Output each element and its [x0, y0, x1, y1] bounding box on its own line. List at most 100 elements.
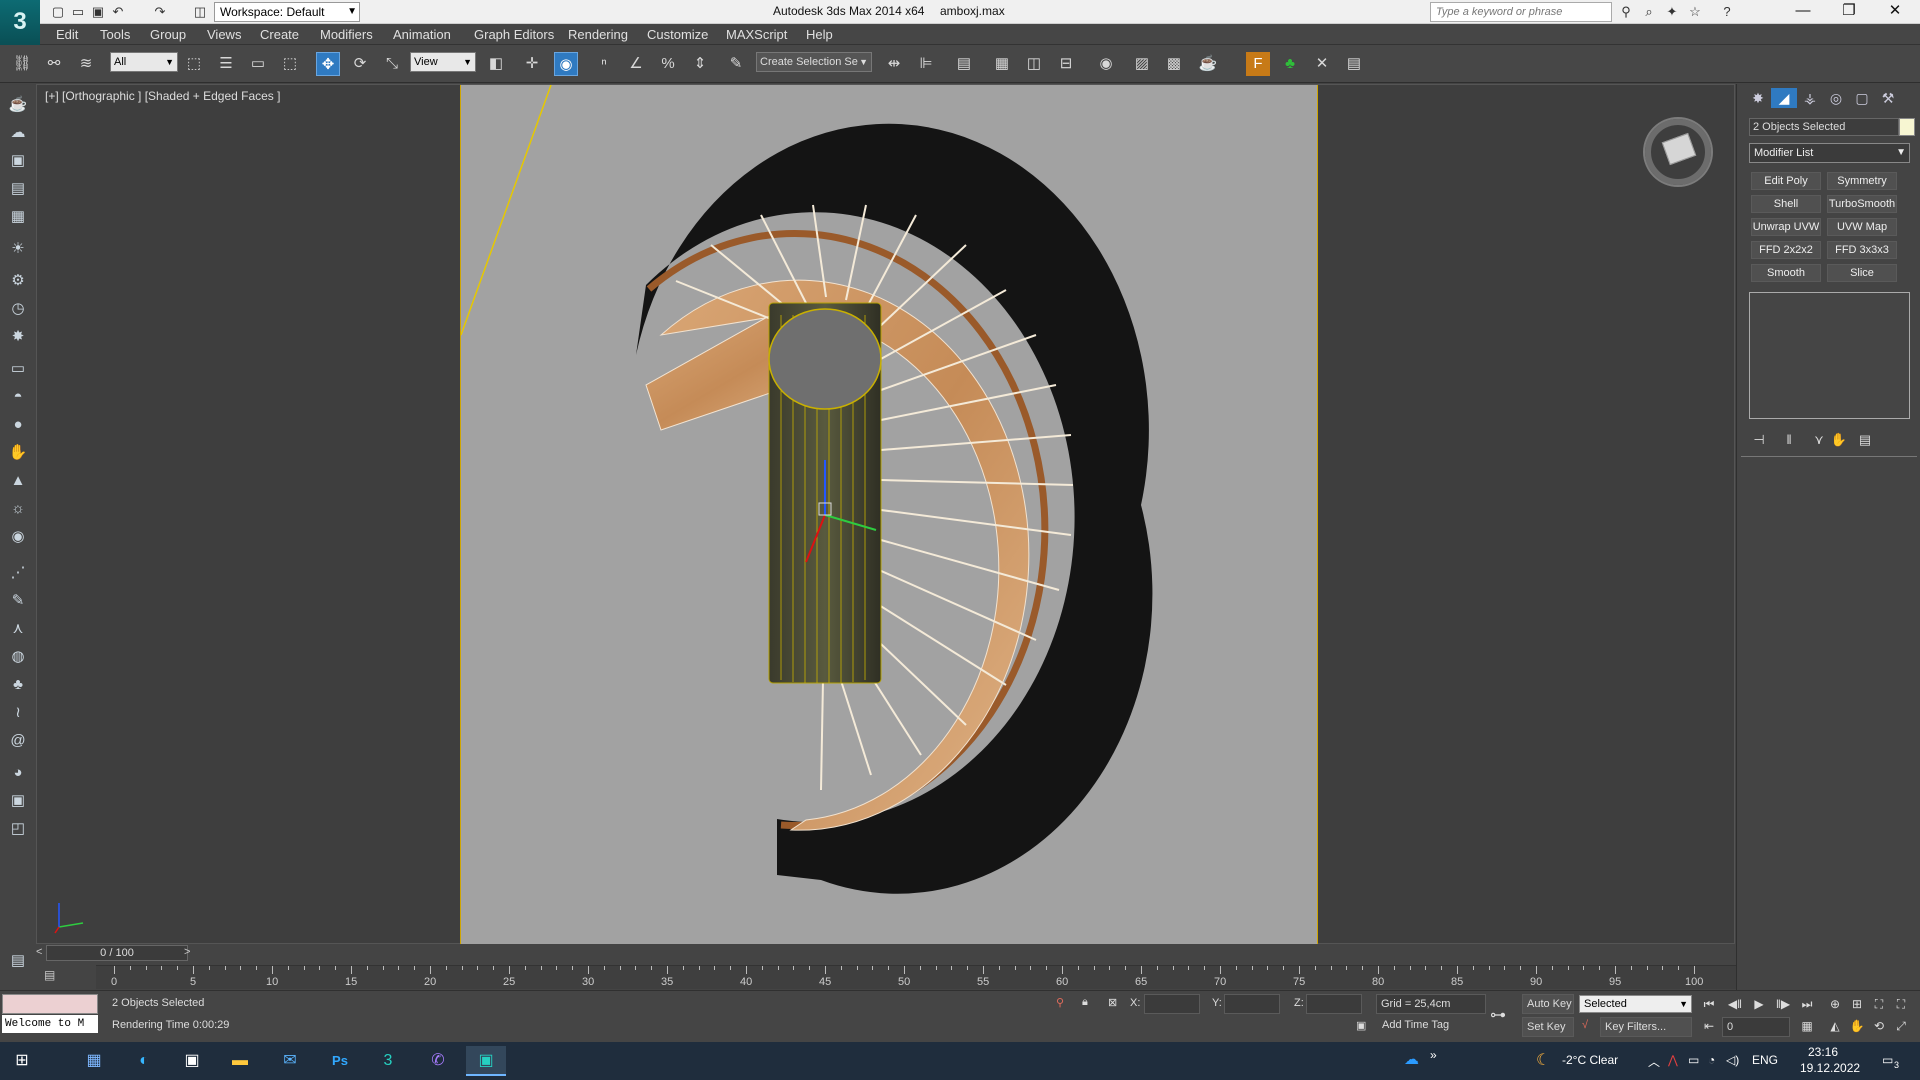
tray-up-icon[interactable]: ︿: [1648, 1053, 1660, 1070]
wrench-icon[interactable]: ✎: [7, 590, 29, 612]
menu-animation[interactable]: Animation: [393, 27, 451, 42]
viber-icon[interactable]: ✆: [418, 1046, 458, 1076]
pivot-center-icon[interactable]: ◧: [484, 52, 508, 76]
play-icon[interactable]: ▶: [1750, 995, 1768, 1013]
windows-start-icon[interactable]: ⊞: [2, 1046, 42, 1076]
onedrive-icon[interactable]: ☁: [1404, 1050, 1419, 1068]
zoom-extents-all-icon[interactable]: ⛶: [1892, 995, 1910, 1013]
orbit-icon[interactable]: ⟲: [1870, 1017, 1888, 1035]
3dsmax-logo[interactable]: 3: [0, 0, 40, 45]
make-unique-icon[interactable]: ⋎: [1809, 432, 1829, 450]
z-coordinate-field[interactable]: [1306, 994, 1362, 1014]
help-icon[interactable]: ?: [1718, 4, 1736, 20]
object-name-field[interactable]: 2 Objects Selected: [1749, 118, 1899, 136]
tree-plugin-icon[interactable]: ♣: [1278, 52, 1302, 76]
clock-date[interactable]: 19.12.2022: [1800, 1061, 1860, 1075]
spinner-snap-icon[interactable]: ⇕: [688, 52, 712, 76]
notifications-icon[interactable]: ▭: [1882, 1053, 1893, 1067]
unwrap-uvw-button[interactable]: Unwrap UVW: [1751, 218, 1821, 236]
add-time-tag[interactable]: Add Time Tag: [1382, 1019, 1449, 1031]
manipulate-icon[interactable]: ✛: [520, 52, 544, 76]
clock-icon[interactable]: ◷: [7, 298, 29, 320]
menu-help[interactable]: Help: [806, 27, 833, 42]
rect-selection-icon[interactable]: ▭: [246, 52, 270, 76]
time-tag-icon[interactable]: ▣: [1356, 1019, 1366, 1032]
spiral-staircase-model[interactable]: [461, 85, 1319, 945]
schematic-view-icon[interactable]: ⊟: [1054, 52, 1078, 76]
zoom-all-icon[interactable]: ⊞: [1848, 995, 1866, 1013]
selection-filter-dropdown[interactable]: All ▼: [110, 52, 178, 72]
photoshop-icon[interactable]: Ps: [320, 1046, 360, 1076]
zoom-icon[interactable]: ⊕: [1826, 995, 1844, 1013]
configure-modifier-sets-icon[interactable]: ▤: [1855, 432, 1875, 450]
menu-create[interactable]: Create: [260, 27, 299, 42]
menu-customize[interactable]: Customize: [647, 27, 708, 42]
key-mode-dropdown[interactable]: Selected ▼: [1579, 995, 1692, 1013]
photo-icon[interactable]: ▣: [7, 150, 29, 172]
slice-button[interactable]: Slice: [1827, 264, 1897, 282]
bind-spacewarp-icon[interactable]: ≋: [74, 52, 98, 76]
isolate-icon[interactable]: ⚲: [1056, 996, 1064, 1009]
favorites-star-icon[interactable]: ☆: [1686, 4, 1704, 20]
restore-button[interactable]: ❐: [1826, 0, 1872, 24]
symmetry-button[interactable]: Symmetry: [1827, 172, 1897, 190]
subscription-icon[interactable]: ✦: [1663, 4, 1681, 20]
material-editor-icon[interactable]: ◉: [1094, 52, 1118, 76]
hair-icon[interactable]: ≀: [7, 702, 29, 724]
menu-modifiers[interactable]: Modifiers: [320, 27, 373, 42]
edit-named-selection-icon[interactable]: ✎: [724, 52, 748, 76]
modifier-stack[interactable]: [1749, 292, 1910, 419]
tray-app-icon[interactable]: ⋀: [1668, 1053, 1678, 1067]
window-crossing-icon[interactable]: ⬚: [278, 52, 302, 76]
cone-icon[interactable]: ▲: [7, 470, 29, 492]
render-setup-icon[interactable]: ▨: [1130, 52, 1154, 76]
uvw-map-button[interactable]: UVW Map: [1827, 218, 1897, 236]
grid-icon[interactable]: ▦: [7, 206, 29, 228]
save-icon[interactable]: ▣: [88, 3, 108, 21]
ffd-2x2x2-button[interactable]: FFD 2x2x2: [1751, 241, 1821, 259]
next-frame-icon[interactable]: >: [184, 946, 190, 958]
motion-tab-icon[interactable]: ◎: [1823, 88, 1849, 108]
edge-browser-icon[interactable]: ◐: [124, 1046, 164, 1076]
mirror-icon[interactable]: ⇹: [882, 52, 906, 76]
turbosmooth-button[interactable]: TurboSmooth: [1827, 195, 1897, 213]
menu-tools[interactable]: Tools: [100, 27, 130, 42]
curve-editor-icon[interactable]: ◫: [1022, 52, 1046, 76]
hierarchy-tab-icon[interactable]: ⚶: [1797, 88, 1823, 108]
keyboard-shortcut-icon[interactable]: ◉: [554, 52, 578, 76]
named-selection-set-dropdown[interactable]: Create Selection Se ▼: [756, 52, 872, 72]
key-mode-toggle-icon[interactable]: ⇤: [1700, 1017, 1718, 1035]
lock-selection-icon[interactable]: 🔒︎: [1082, 996, 1088, 1009]
rain-icon[interactable]: ⋰: [7, 562, 29, 584]
mail-icon[interactable]: ✉: [270, 1046, 310, 1076]
layer-manager-icon[interactable]: ▤: [952, 52, 976, 76]
select-by-name-icon[interactable]: ☰: [214, 52, 238, 76]
next-frame-button-icon[interactable]: ‖▶: [1774, 995, 1792, 1013]
workspace-dropdown[interactable]: Workspace: Default ▼: [214, 2, 360, 22]
time-config-icon[interactable]: ▦: [1798, 1017, 1816, 1035]
cloud-icon[interactable]: ☁: [7, 122, 29, 144]
link-icon[interactable]: ⛓: [10, 52, 34, 76]
tray-overflow-icon[interactable]: »: [1430, 1048, 1437, 1062]
align-icon[interactable]: ⊫: [914, 52, 938, 76]
menu-maxscript[interactable]: MAXScript: [726, 27, 787, 42]
unlink-icon[interactable]: ⚯: [42, 52, 66, 76]
minimize-button[interactable]: —: [1780, 0, 1826, 24]
x-coordinate-field[interactable]: [1144, 994, 1200, 1014]
previous-frame-icon[interactable]: ◀‖: [1726, 995, 1744, 1013]
viewcube[interactable]: [1645, 119, 1711, 185]
network-icon[interactable]: ⋏: [7, 618, 29, 640]
spiral-icon[interactable]: @: [7, 730, 29, 752]
menu-views[interactable]: Views: [207, 27, 241, 42]
absolute-mode-icon[interactable]: ⊠: [1108, 996, 1117, 1009]
viewport-config-icon[interactable]: ◰: [7, 818, 29, 840]
ball-icon[interactable]: ◉: [7, 526, 29, 548]
go-to-start-icon[interactable]: ⏮: [1700, 995, 1718, 1013]
layers-icon[interactable]: ▤: [7, 950, 29, 972]
edit-poly-button[interactable]: Edit Poly: [1751, 172, 1821, 190]
select-rotate-icon[interactable]: ⟳: [348, 52, 372, 76]
maxscript-listener-mini[interactable]: [2, 994, 98, 1014]
percent-snap-icon[interactable]: %: [656, 52, 680, 76]
field-of-view-icon[interactable]: ◭: [1826, 1017, 1844, 1035]
document-icon[interactable]: ▤: [7, 178, 29, 200]
